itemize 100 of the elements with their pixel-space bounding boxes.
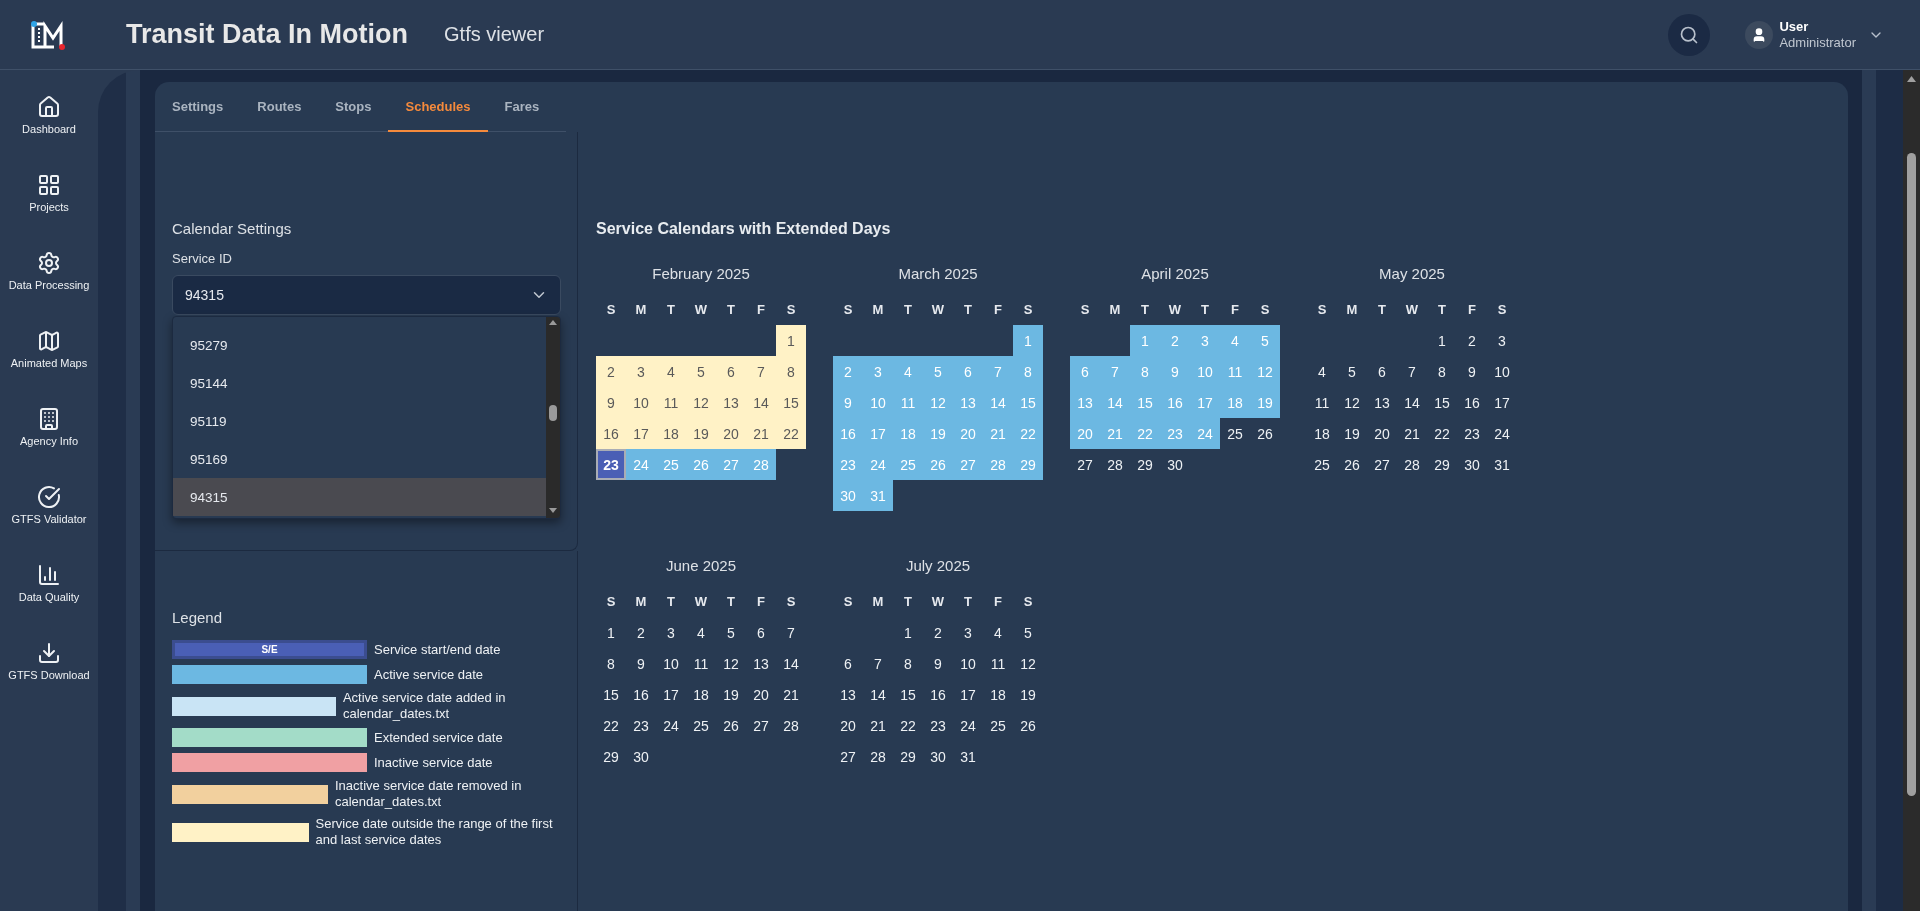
calendar-day: 31 bbox=[863, 480, 893, 511]
calendar-day: 18 bbox=[1220, 387, 1250, 418]
legend-label: Active service date added in calendar_dates.txt bbox=[342, 690, 507, 722]
calendar-day: 21 bbox=[1397, 418, 1427, 449]
calendar-day: 1 bbox=[1427, 325, 1457, 356]
calendar-day: 16 bbox=[1457, 387, 1487, 418]
calendar-day: 12 bbox=[923, 387, 953, 418]
calendar-day: 20 bbox=[833, 710, 863, 741]
download-icon bbox=[37, 641, 61, 665]
month-title: March 2025 bbox=[898, 264, 978, 284]
calendar-day: 9 bbox=[923, 648, 953, 679]
calendar-day: 25 bbox=[1220, 418, 1250, 449]
calendar-day: 11 bbox=[656, 387, 686, 418]
tab[interactable]: Schedules bbox=[388, 82, 488, 132]
calendar-day: 14 bbox=[1397, 387, 1427, 418]
calendar-day: 13 bbox=[746, 648, 776, 679]
sidebar-item[interactable]: GTFS Validator bbox=[0, 466, 98, 544]
weekday-label: S bbox=[1496, 301, 1508, 319]
calendar-day: 21 bbox=[746, 418, 776, 449]
dropdown-option[interactable]: 95144 bbox=[173, 364, 546, 402]
calendar-day: 5 bbox=[1337, 356, 1367, 387]
legend-label: Service date outside the range of the first and last service dates bbox=[315, 816, 554, 848]
app-title: Transit Data In Motion bbox=[126, 19, 408, 50]
calendar-day: 1 bbox=[1013, 325, 1043, 356]
weekday-label: S bbox=[605, 301, 617, 319]
tab[interactable]: Fares bbox=[487, 82, 557, 132]
calendar-day: 20 bbox=[953, 418, 983, 449]
calendar-day: 14 bbox=[1100, 387, 1130, 418]
sidebar-item[interactable]: GTFS Download bbox=[0, 622, 98, 700]
sidebar-item[interactable]: Animated Maps bbox=[0, 310, 98, 388]
calendar-day: 2 bbox=[596, 356, 626, 387]
logo-icon bbox=[30, 19, 68, 50]
app-subtitle: Gtfs viewer bbox=[444, 23, 545, 46]
weekday-label: M bbox=[871, 593, 885, 611]
calendar-day: 28 bbox=[863, 741, 893, 772]
sidebar-item[interactable]: Agency Info bbox=[0, 388, 98, 466]
calendar-day: 26 bbox=[716, 710, 746, 741]
sidebar-item[interactable]: Data Quality bbox=[0, 544, 98, 622]
calendar-day: 3 bbox=[1487, 325, 1517, 356]
calendar-day: 30 bbox=[1160, 449, 1190, 480]
sidebar-item[interactable]: Projects bbox=[0, 154, 98, 232]
weekday-label: M bbox=[1345, 301, 1359, 319]
calendar-day: 11 bbox=[983, 648, 1013, 679]
calendar-day: 9 bbox=[1160, 356, 1190, 387]
dropdown-option[interactable]: 94315 bbox=[173, 478, 546, 516]
calendar-day: 13 bbox=[1367, 387, 1397, 418]
sidebar-item[interactable]: Dashboard bbox=[0, 76, 98, 154]
calendar-day: 8 bbox=[596, 648, 626, 679]
scrollbar[interactable] bbox=[1903, 70, 1920, 911]
weekday-label: M bbox=[634, 301, 648, 319]
calendar-day: 29 bbox=[596, 741, 626, 772]
calendar-day: 12 bbox=[716, 648, 746, 679]
calendar-day: 18 bbox=[1307, 418, 1337, 449]
section-title: Calendar Settings bbox=[172, 220, 293, 237]
calendar-day: 30 bbox=[626, 741, 656, 772]
house-icon bbox=[37, 95, 61, 119]
calendar-day: 19 bbox=[1250, 387, 1280, 418]
dropdown-option[interactable]: 95169 bbox=[173, 440, 546, 478]
calendar-day: 11 bbox=[686, 648, 716, 679]
calendar-day: 16 bbox=[596, 418, 626, 449]
calendar-day: 19 bbox=[923, 418, 953, 449]
calendar-day: 29 bbox=[1130, 449, 1160, 480]
scrollbar[interactable] bbox=[546, 317, 560, 518]
calendar-day: 22 bbox=[1013, 418, 1043, 449]
dropdown-option[interactable]: 95279 bbox=[173, 326, 546, 364]
calendar-day: 17 bbox=[1190, 387, 1220, 418]
calendar-day: 26 bbox=[1337, 449, 1367, 480]
calendar-day: 24 bbox=[1190, 418, 1220, 449]
calendar-day: 8 bbox=[1427, 356, 1457, 387]
calendar-day: 16 bbox=[626, 679, 656, 710]
dropdown-option[interactable]: 95119 bbox=[173, 402, 546, 440]
tab[interactable]: Routes bbox=[240, 82, 319, 132]
calendar-day: 28 bbox=[983, 449, 1013, 480]
calendar-day: 10 bbox=[626, 387, 656, 418]
calendar-day: 21 bbox=[776, 679, 806, 710]
calendar-day: 28 bbox=[1397, 449, 1427, 480]
user-menu-button[interactable]: User Administrator bbox=[1745, 18, 1884, 51]
calendar-day: 28 bbox=[746, 449, 776, 480]
calendar-day: 22 bbox=[893, 710, 923, 741]
calendar-day: 5 bbox=[923, 356, 953, 387]
calendar-day: 24 bbox=[626, 449, 656, 480]
calendar-day: 6 bbox=[746, 617, 776, 648]
weekday-label: W bbox=[693, 593, 709, 611]
calendar-day: 10 bbox=[656, 648, 686, 679]
service-id-select[interactable]: 94315 bbox=[172, 275, 561, 315]
calendar-day: 15 bbox=[776, 387, 806, 418]
calendar-day: 2 bbox=[1160, 325, 1190, 356]
calendar-day: 5 bbox=[1013, 617, 1043, 648]
weekday-label: F bbox=[993, 593, 1003, 611]
weekday-label: T bbox=[726, 301, 736, 319]
tab[interactable]: Settings bbox=[155, 82, 241, 132]
calendar-day: 6 bbox=[1367, 356, 1397, 387]
tab[interactable]: Stops bbox=[318, 82, 389, 132]
calendar-day: 13 bbox=[716, 387, 746, 418]
calendar-day: 18 bbox=[983, 679, 1013, 710]
sidebar-item[interactable]: Data Processing bbox=[0, 232, 98, 310]
calendar-day: 31 bbox=[953, 741, 983, 772]
weekday-label: F bbox=[756, 301, 766, 319]
calendar-day: 20 bbox=[716, 418, 746, 449]
calendar-day: 18 bbox=[656, 418, 686, 449]
